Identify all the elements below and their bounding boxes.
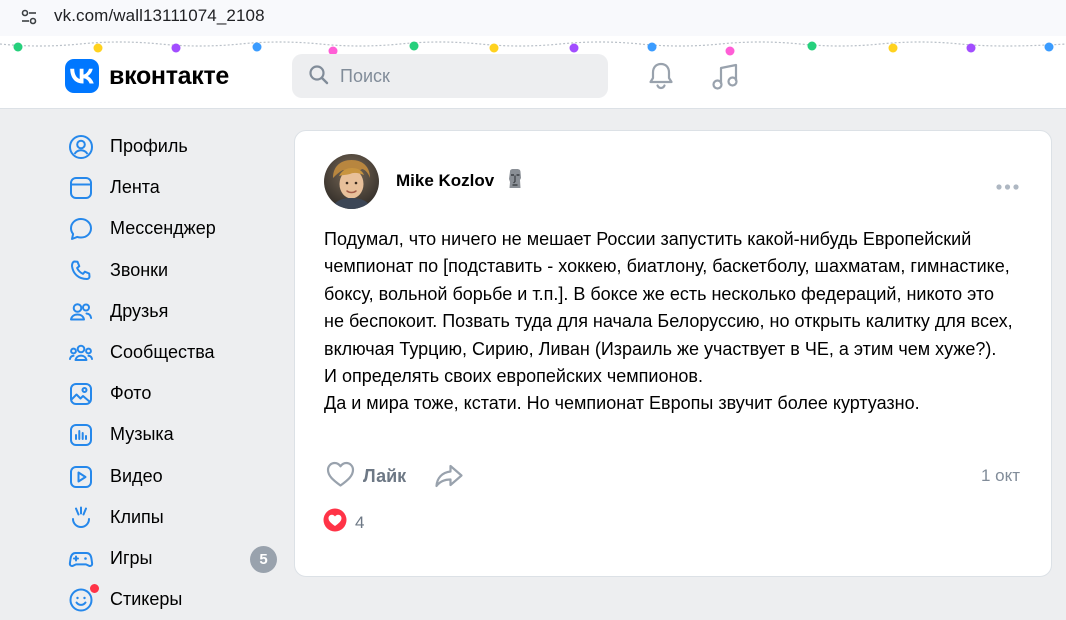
site-settings-icon[interactable]	[20, 8, 38, 31]
post-paragraph: Подумал, что ничего не мешает России зап…	[324, 229, 1013, 359]
search-placeholder: Поиск	[340, 65, 390, 86]
music-icon	[70, 424, 92, 447]
sidebar-item-calls[interactable]: Звонки	[60, 250, 285, 291]
search-icon	[308, 64, 330, 91]
phone-icon	[70, 260, 91, 280]
sidebar-item-label: Лента	[110, 177, 160, 198]
sidebar-item-music[interactable]: Музыка	[60, 414, 285, 455]
sidebar-item-label: Профиль	[110, 136, 188, 156]
wall-post: Mike Kozlov Подумал, что ничего не мешае…	[294, 130, 1052, 577]
profile-icon	[69, 135, 93, 159]
sidebar-item-label: Музыка	[110, 424, 174, 445]
sidebar-item-games[interactable]: Игры 5	[60, 538, 285, 579]
sidebar-item-label: Сообщества	[110, 341, 215, 362]
sidebar-item-label: Игры	[110, 547, 153, 568]
music-player-icon[interactable]	[710, 60, 742, 97]
sidebar-item-video[interactable]: Видео	[60, 456, 285, 497]
sidebar-item-clips[interactable]: Клипы	[60, 497, 285, 538]
messenger-icon	[70, 218, 92, 241]
sidebar-item-label: Звонки	[110, 259, 169, 280]
sidebar-item-profile[interactable]: Профиль	[60, 126, 285, 167]
left-sidebar: Профиль Лента Мессенджер Звонки Друзья С…	[60, 126, 285, 620]
vk-logo-icon	[65, 59, 99, 93]
friends-icon	[70, 302, 93, 321]
post-paragraph: И определять своих европейских чемпионов…	[324, 366, 703, 387]
stickers-notification-dot	[89, 583, 100, 595]
share-button-icon[interactable]	[434, 462, 464, 495]
video-icon	[70, 465, 92, 488]
clips-icon	[72, 506, 90, 528]
sidebar-item-stickers[interactable]: Стикеры	[60, 579, 285, 620]
heart-outline-icon	[326, 461, 355, 492]
photo-icon	[70, 383, 92, 406]
post-text: Подумал, что ничего не мешает России зап…	[324, 226, 1014, 418]
logo-text: вконтакте	[109, 61, 230, 90]
notifications-bell-icon[interactable]	[646, 60, 676, 97]
reactions-count: 4	[355, 512, 365, 532]
sidebar-item-friends[interactable]: Друзья	[60, 291, 285, 332]
like-label: Лайк	[363, 466, 407, 486]
games-count-badge: 5	[250, 545, 277, 573]
sidebar-item-messenger[interactable]: Мессенджер	[60, 208, 285, 249]
sidebar-item-label: Стикеры	[110, 589, 183, 610]
address-url[interactable]: vk.com/wall13111074_2108	[54, 6, 265, 26]
feed-icon	[70, 177, 92, 200]
sidebar-item-communities[interactable]: Сообщества	[60, 332, 285, 373]
browser-address-bar[interactable]: vk.com/wall13111074_2108	[0, 0, 1066, 37]
sidebar-item-label: Фото	[110, 383, 152, 404]
communities-icon	[69, 344, 93, 361]
author-avatar[interactable]	[324, 154, 379, 209]
sidebar-item-label: Друзья	[110, 300, 169, 321]
games-icon	[68, 551, 94, 567]
post-more-options-icon[interactable]	[995, 178, 1021, 196]
post-paragraph: Да и мира тоже, кстати. Но чемпионат Евр…	[324, 393, 920, 414]
avatar-photo	[324, 154, 379, 209]
search-input[interactable]: Поиск	[292, 54, 608, 98]
post-date[interactable]: 1 окт	[981, 466, 1020, 486]
sidebar-item-feed[interactable]: Лента	[60, 167, 285, 208]
post-author-name[interactable]: Mike Kozlov	[396, 171, 494, 191]
heart-reaction-icon	[323, 508, 347, 537]
like-button[interactable]: Лайк	[326, 461, 406, 492]
sidebar-item-label: Клипы	[110, 506, 164, 527]
sidebar-item-label: Мессенджер	[110, 218, 216, 239]
moai-emoji-icon	[506, 168, 524, 195]
post-reactions[interactable]: 4	[323, 508, 364, 537]
sidebar-item-label: Видео	[110, 465, 163, 486]
sidebar-item-photo[interactable]: Фото	[60, 373, 285, 414]
vk-logo[interactable]: вконтакте	[65, 59, 229, 93]
